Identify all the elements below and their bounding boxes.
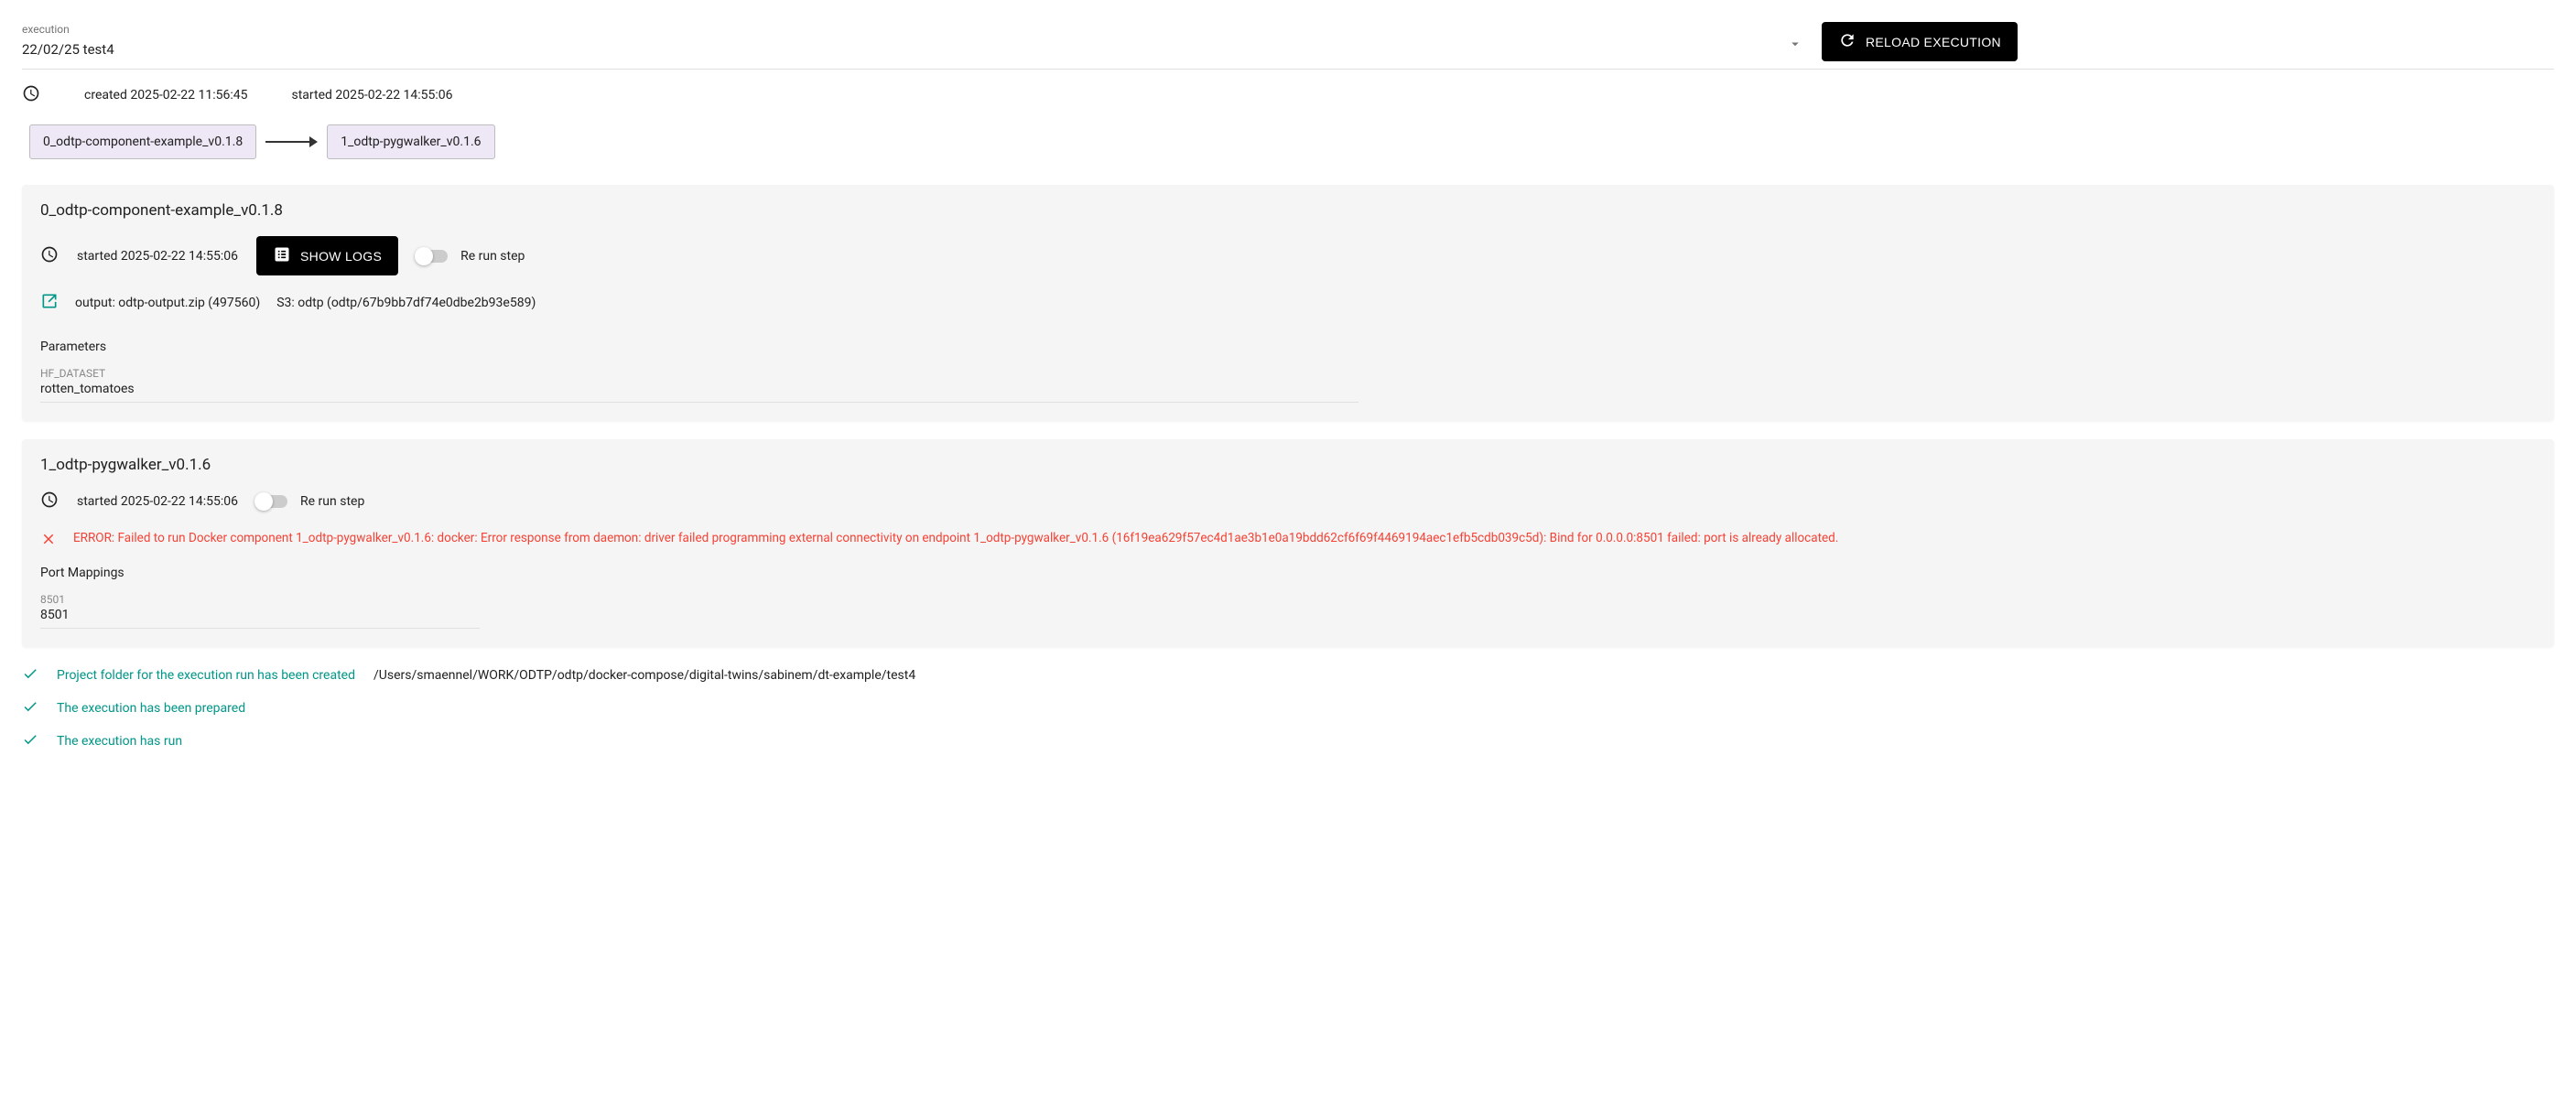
pipeline-flow: 0_odtp-component-example_v0.1.8 1_odtp-p… bbox=[22, 124, 2554, 159]
chevron-down-icon bbox=[1787, 36, 1803, 56]
show-logs-label: SHOW LOGS bbox=[300, 249, 382, 264]
execution-select-label: execution bbox=[22, 23, 1807, 36]
step-card-1: 1_odtp-pygwalker_v0.1.6 started 2025-02-… bbox=[22, 439, 2554, 647]
step-output-row: output: odtp-output.zip (497560) S3: odt… bbox=[40, 292, 2536, 314]
status-message: The execution has run bbox=[57, 734, 182, 749]
step-started: started 2025-02-22 14:55:06 bbox=[77, 249, 238, 264]
started-timestamp: started 2025-02-22 14:55:06 bbox=[292, 88, 453, 102]
s3-text: S3: odtp (odtp/67b9bb7df74e0dbe2b93e589) bbox=[276, 296, 536, 310]
error-row: ERROR: Failed to run Docker component 1_… bbox=[40, 529, 2536, 551]
flow-node-0[interactable]: 0_odtp-component-example_v0.1.8 bbox=[29, 124, 256, 159]
arrow-icon bbox=[265, 136, 318, 147]
execution-select[interactable]: execution 22/02/25 test4 bbox=[22, 23, 1807, 61]
status-item-0: Project folder for the execution run has… bbox=[22, 665, 2554, 685]
status-path: /Users/smaennel/WORK/ODTP/odtp/docker-co… bbox=[373, 668, 915, 683]
port-value: 8501 bbox=[40, 606, 480, 624]
step-started: started 2025-02-22 14:55:06 bbox=[77, 494, 238, 509]
clock-icon bbox=[40, 491, 59, 512]
rerun-label: Re run step bbox=[460, 249, 525, 264]
rerun-label: Re run step bbox=[300, 494, 364, 509]
output-icon bbox=[40, 292, 59, 314]
param-value: rotten_tomatoes bbox=[40, 380, 1358, 398]
step-controls: started 2025-02-22 14:55:06 Re run step bbox=[40, 491, 2536, 512]
step-controls: started 2025-02-22 14:55:06 SHOW LOGS Re… bbox=[40, 236, 2536, 275]
check-icon bbox=[22, 731, 38, 751]
step-title: 1_odtp-pygwalker_v0.1.6 bbox=[40, 456, 2536, 474]
created-timestamp: created 2025-02-22 11:56:45 bbox=[84, 88, 248, 102]
show-logs-button[interactable]: SHOW LOGS bbox=[256, 236, 398, 275]
status-item-2: The execution has run bbox=[22, 731, 2554, 751]
output-text: output: odtp-output.zip (497560) bbox=[75, 296, 260, 310]
step-card-0: 0_odtp-component-example_v0.1.8 started … bbox=[22, 185, 2554, 421]
logs-icon bbox=[273, 245, 291, 266]
step-title: 0_odtp-component-example_v0.1.8 bbox=[40, 201, 2536, 220]
status-message: Project folder for the execution run has… bbox=[57, 668, 355, 683]
clock-icon bbox=[40, 245, 59, 267]
check-icon bbox=[22, 698, 38, 718]
port-mappings-label: Port Mappings bbox=[40, 566, 2536, 580]
param-field: HF_DATASET rotten_tomatoes bbox=[40, 367, 1358, 403]
rerun-toggle[interactable] bbox=[417, 250, 448, 263]
check-icon bbox=[22, 665, 38, 685]
parameters-label: Parameters bbox=[40, 340, 2536, 354]
header: execution 22/02/25 test4 RELOAD EXECUTIO… bbox=[22, 22, 2554, 70]
status-item-1: The execution has been prepared bbox=[22, 698, 2554, 718]
param-label: HF_DATASET bbox=[40, 367, 1358, 380]
reload-icon bbox=[1838, 31, 1856, 52]
error-text: ERROR: Failed to run Docker component 1_… bbox=[73, 529, 1838, 547]
port-label: 8501 bbox=[40, 593, 480, 606]
port-field: 8501 8501 bbox=[40, 593, 480, 629]
status-message: The execution has been prepared bbox=[57, 701, 245, 716]
rerun-toggle[interactable] bbox=[256, 495, 287, 508]
reload-execution-label: RELOAD EXECUTION bbox=[1866, 35, 2001, 49]
execution-meta: created 2025-02-22 11:56:45 started 2025… bbox=[22, 84, 2554, 106]
close-icon bbox=[40, 529, 57, 551]
reload-execution-button[interactable]: RELOAD EXECUTION bbox=[1822, 22, 2018, 61]
clock-icon bbox=[22, 84, 40, 106]
flow-node-1[interactable]: 1_odtp-pygwalker_v0.1.6 bbox=[327, 124, 494, 159]
execution-select-value: 22/02/25 test4 bbox=[22, 38, 1807, 61]
